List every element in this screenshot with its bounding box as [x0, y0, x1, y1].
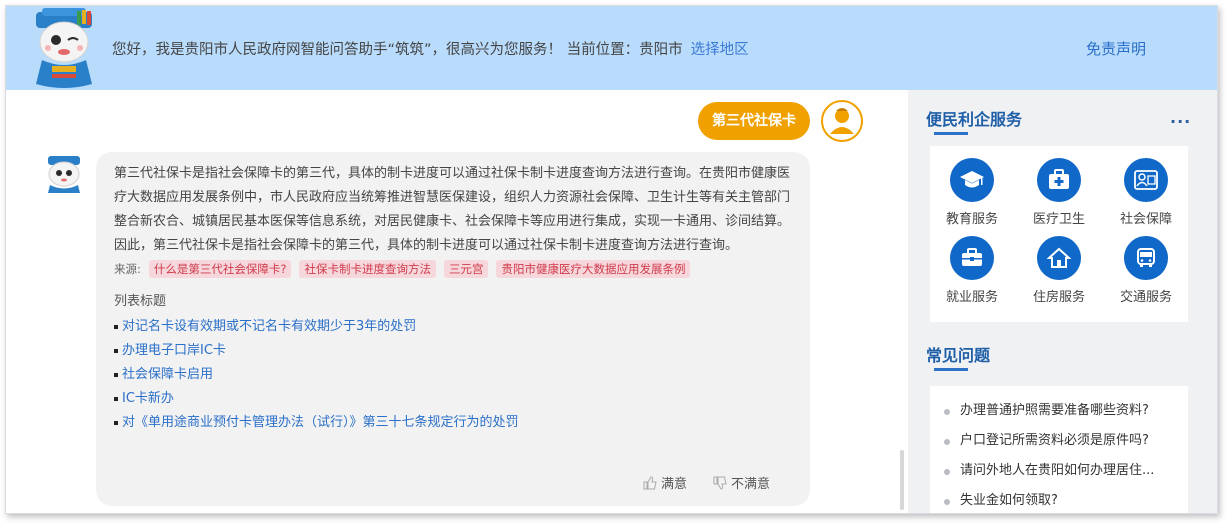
service-label: 交通服务: [1119, 290, 1172, 305]
related-link[interactable]: 办理电子口岸IC卡: [114, 339, 792, 363]
related-link-text: IC卡新办: [122, 391, 174, 406]
faq-underline: [934, 368, 968, 371]
related-link-text: 对记名卡设有效期或不记名卡有效期少于3年的处罚: [122, 319, 417, 334]
faq-item[interactable]: 办理普通护照需要准备哪些资料?: [930, 396, 1188, 426]
services-title: 便民利企服务: [926, 110, 1023, 129]
related-link-text: 对《单用途商业预付卡管理办法（试行）》第三十七条规定行为的处罚: [122, 415, 519, 430]
service-employment[interactable]: 就业服务: [932, 236, 1012, 305]
disclaimer-link[interactable]: 免责声明: [1086, 38, 1146, 59]
satisfied-button[interactable]: 满意: [643, 473, 687, 492]
side-panel: 便民利企服务 ··· 教育服务 医疗卫生 社会保障 就业服务 住房服务 交通服务…: [908, 90, 1217, 513]
service-social-security[interactable]: 社会保障: [1106, 158, 1186, 227]
chat-scrollbar[interactable]: [900, 450, 904, 510]
bot-avatar-icon: [48, 156, 80, 193]
source-row: 来源: 什么是第三代社会保障卡? 社保卡制卡进度查询方法 三元宫 贵阳市健康医疗…: [114, 260, 792, 278]
app-frame: 您好，我是贵阳市人民政府网智能问答助手“筑筑”，很高兴为您服务！ 当前位置：贵阳…: [5, 5, 1218, 514]
service-transport[interactable]: 交通服务: [1106, 236, 1186, 305]
source-tag[interactable]: 什么是第三代社会保障卡?: [148, 260, 292, 278]
faq-item[interactable]: 失业金如何领取?: [930, 486, 1188, 513]
insurance-card-icon: [1124, 158, 1168, 202]
service-label: 就业服务: [945, 290, 998, 305]
graduation-cap-icon: [950, 158, 994, 202]
thumbs-up-icon: [643, 475, 657, 489]
bullet-icon: [114, 373, 118, 377]
medical-kit-icon: [1037, 158, 1081, 202]
list-title: 列表标题: [114, 294, 167, 309]
bus-icon: [1124, 236, 1168, 280]
header-bar: 您好，我是贵阳市人民政府网智能问答助手“筑筑”，很高兴为您服务！ 当前位置：贵阳…: [6, 6, 1217, 90]
services-card: 教育服务 医疗卫生 社会保障 就业服务 住房服务 交通服务: [930, 146, 1188, 322]
service-label: 社会保障: [1119, 212, 1172, 227]
faq-title: 常见问题: [926, 346, 991, 365]
source-tag[interactable]: 三元宫: [443, 260, 489, 278]
more-button[interactable]: ···: [1170, 112, 1191, 131]
greeting-message: 您好，我是贵阳市人民政府网智能问答助手“筑筑”，很高兴为您服务！ 当前位置：贵阳…: [112, 42, 683, 58]
mascot-icon: [36, 8, 92, 88]
related-link-text: 办理电子口岸IC卡: [122, 343, 226, 358]
bullet-icon: [114, 421, 118, 425]
service-label: 教育服务: [945, 212, 998, 227]
source-label: 来源:: [114, 262, 141, 276]
user-message-bubble: 第三代社保卡: [698, 102, 810, 140]
bullet-icon: [114, 349, 118, 353]
user-avatar-icon: [821, 100, 863, 142]
related-link[interactable]: IC卡新办: [114, 387, 792, 411]
service-housing[interactable]: 住房服务: [1019, 236, 1099, 305]
answer-text: 第三代社保卡是指社会保障卡的第三代，具体的制卡进度可以通过社保卡制卡进度查询方法…: [114, 166, 791, 253]
faq-item[interactable]: 请问外地人在贵阳如何办理居住...: [930, 456, 1188, 486]
bot-answer-bubble: 第三代社保卡是指社会保障卡的第三代，具体的制卡进度可以通过社保卡制卡进度查询方法…: [96, 152, 810, 506]
related-list: 对记名卡设有效期或不记名卡有效期少于3年的处罚 办理电子口岸IC卡 社会保障卡启…: [114, 315, 792, 435]
greeting-text: 您好，我是贵阳市人民政府网智能问答助手“筑筑”，很高兴为您服务！ 当前位置：贵阳…: [112, 38, 749, 59]
faq-card: 办理普通护照需要准备哪些资料? 户口登记所需资料必须是原件吗? 请问外地人在贵阳…: [930, 386, 1188, 513]
service-label: 住房服务: [1032, 290, 1085, 305]
satisfied-label: 满意: [660, 477, 687, 492]
related-link[interactable]: 对《单用途商业预付卡管理办法（试行）》第三十七条规定行为的处罚: [114, 411, 792, 435]
chat-area: 第三代社保卡 第三代社保卡是指社会保障卡的第三代，具体的制卡进度可以通过社保卡制…: [6, 90, 904, 513]
bullet-icon: [114, 325, 118, 329]
faq-item[interactable]: 户口登记所需资料必须是原件吗?: [930, 426, 1188, 456]
select-region-link[interactable]: 选择地区: [691, 42, 749, 58]
related-link-text: 社会保障卡启用: [122, 367, 214, 382]
bullet-icon: [114, 397, 118, 401]
feedback-row: 满意 不满意: [643, 473, 770, 492]
briefcase-icon: [950, 236, 994, 280]
source-tag[interactable]: 贵阳市健康医疗大数据应用发展条例: [496, 260, 691, 278]
service-education[interactable]: 教育服务: [932, 158, 1012, 227]
service-medical[interactable]: 医疗卫生: [1019, 158, 1099, 227]
related-link[interactable]: 社会保障卡启用: [114, 363, 792, 387]
thumbs-down-icon: [713, 476, 727, 490]
services-underline: [934, 132, 968, 135]
house-icon: [1037, 236, 1081, 280]
unsatisfied-label: 不满意: [730, 477, 770, 492]
unsatisfied-button[interactable]: 不满意: [713, 473, 770, 492]
service-label: 医疗卫生: [1032, 212, 1085, 227]
source-tag[interactable]: 社保卡制卡进度查询方法: [299, 260, 436, 278]
related-link[interactable]: 对记名卡设有效期或不记名卡有效期少于3年的处罚: [114, 315, 792, 339]
